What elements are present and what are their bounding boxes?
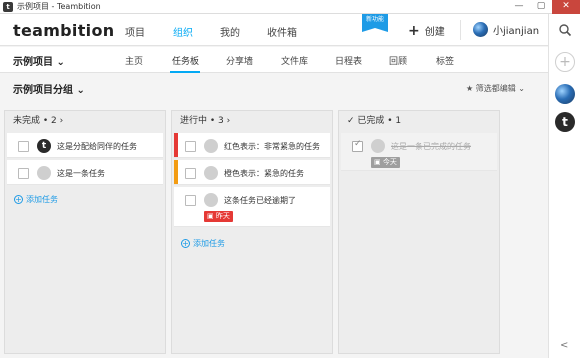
project-subnav: 示例项目 ⌄ 主页 任务板 分享墙 文件库 日程表 回顾 标签 — [0, 47, 548, 73]
assignee-avatar — [204, 139, 218, 153]
app-icon: t — [3, 1, 13, 12]
tab-calendar[interactable]: 日程表 — [335, 54, 362, 67]
stage-column-todo: 未完成 • 2 › t 这是分配给同伴的任务 这是一条任务 + 添加任务 — [4, 110, 166, 354]
username: 小jianjian — [493, 26, 540, 37]
nav-item-organization[interactable]: 组织 — [173, 24, 193, 39]
teambition-org-icon[interactable]: t — [555, 112, 575, 132]
stage-title: 进行中 • 3 — [180, 116, 224, 126]
task-checkbox[interactable] — [18, 168, 29, 179]
filter-button[interactable]: ★ 筛选都编辑 ⌄ — [466, 83, 525, 94]
star-icon: ★ — [466, 84, 476, 93]
project-name: 示例项目 — [13, 57, 53, 68]
due-date-label: 今天 — [382, 158, 397, 166]
task-title: 这条任务已经逾期了 — [224, 196, 296, 205]
user-menu[interactable]: 小jianjian — [473, 22, 539, 37]
stage-header[interactable]: 未完成 • 2 › — [5, 111, 165, 131]
nav-item-mine[interactable]: 我的 — [220, 24, 240, 39]
task-title: 这是一条任务 — [57, 169, 105, 178]
window-controls: — ▢ ✕ — [508, 0, 580, 14]
chevron-down-icon: ⌄ — [56, 57, 65, 68]
task-title: 橙色表示：紧急的任务 — [224, 169, 304, 178]
calendar-icon: ▣ — [207, 212, 216, 220]
task-card[interactable]: 橙色表示：紧急的任务 — [174, 160, 330, 185]
nav-item-projects[interactable]: 项目 — [125, 24, 145, 39]
tab-tags[interactable]: 标签 — [436, 54, 454, 67]
stage-title: 未完成 • 2 — [13, 116, 57, 126]
assignee-avatar — [204, 193, 218, 207]
add-task-label: 添加任务 — [193, 239, 225, 248]
chevron-right-icon: › — [59, 116, 64, 126]
group-bar: 示例项目分组 ⌄ ★ 筛选都编辑 ⌄ — [0, 74, 548, 100]
assignee-avatar — [371, 139, 385, 153]
task-checkbox[interactable] — [185, 141, 196, 152]
minimize-button[interactable]: — — [508, 0, 530, 14]
new-feature-badge[interactable]: 新功能 — [362, 14, 388, 32]
task-card[interactable]: t 这是分配给同伴的任务 — [7, 133, 163, 158]
maximize-button[interactable]: ▢ — [530, 0, 552, 14]
due-date-badge: ▣ 昨天 — [204, 211, 233, 222]
stage-header[interactable]: 进行中 • 3 › — [172, 111, 332, 131]
filter-label: 筛选都编辑 — [475, 84, 516, 93]
plus-circle-icon: + — [181, 239, 190, 248]
assignee-avatar — [204, 166, 218, 180]
task-card[interactable]: 这是一条已完成的任务 ▣ 今天 — [341, 133, 497, 171]
assignee-avatar: t — [37, 139, 51, 153]
task-card[interactable]: 这条任务已经逾期了 ▣ 昨天 — [174, 187, 330, 227]
tab-home[interactable]: 主页 — [125, 54, 143, 67]
window-title: 示例项目 - Teambition — [17, 2, 101, 11]
tab-review[interactable]: 回顾 — [389, 54, 407, 67]
task-checkbox-checked[interactable] — [352, 139, 363, 152]
nav-item-inbox[interactable]: 收件箱 — [267, 24, 297, 39]
task-checkbox[interactable] — [185, 168, 196, 179]
create-button[interactable]: + 创建 — [408, 22, 445, 39]
task-title: 这是分配给同伴的任务 — [57, 142, 137, 151]
add-task-button[interactable]: + 添加任务 — [14, 194, 58, 205]
teambition-logo[interactable]: teambition — [13, 21, 114, 40]
close-button[interactable]: ✕ — [552, 0, 580, 14]
task-card[interactable]: 这是一条任务 — [7, 160, 163, 185]
priority-stripe-urgent — [174, 133, 178, 157]
check-icon: ✓ — [347, 116, 358, 126]
window-titlebar: t 示例项目 - Teambition — ▢ ✕ — [0, 0, 580, 14]
stage-column-in-progress: 进行中 • 3 › 红色表示：非常紧急的任务 橙色表示：紧急的任务 这条任务已经… — [171, 110, 333, 354]
tab-taskboard[interactable]: 任务板 — [172, 54, 199, 67]
create-label: 创建 — [424, 27, 445, 38]
right-rail: + t < — [548, 14, 580, 358]
task-title: 红色表示：非常紧急的任务 — [224, 142, 320, 151]
task-title: 这是一条已完成的任务 — [391, 142, 471, 151]
nav-divider — [460, 20, 461, 40]
stage-title: 已完成 • 1 — [357, 116, 402, 126]
task-checkbox[interactable] — [185, 195, 196, 206]
organization-avatar[interactable] — [555, 84, 575, 104]
due-date-label: 昨天 — [215, 212, 230, 220]
tab-share-wall[interactable]: 分享墙 — [226, 54, 253, 67]
chevron-right-icon: › — [226, 116, 231, 126]
add-organization-icon[interactable]: + — [555, 52, 575, 72]
tab-files[interactable]: 文件库 — [281, 54, 308, 67]
group-switcher[interactable]: 示例项目分组 ⌄ — [13, 81, 85, 96]
user-avatar — [473, 22, 488, 37]
add-task-label: 添加任务 — [26, 195, 58, 204]
chevron-down-icon: ⌄ — [518, 84, 525, 93]
plus-icon: + — [408, 22, 420, 39]
assignee-avatar — [37, 166, 51, 180]
task-card[interactable]: 红色表示：非常紧急的任务 — [174, 133, 330, 158]
calendar-icon: ▣ — [374, 158, 383, 166]
plus-circle-icon: + — [14, 195, 23, 204]
stage-column-done: ✓ 已完成 • 1 这是一条已完成的任务 ▣ 今天 — [338, 110, 500, 354]
due-date-badge: ▣ 今天 — [371, 157, 400, 168]
top-navigation: teambition 项目 组织 我的 收件箱 新功能 + 创建 小jianji… — [0, 14, 548, 46]
project-switcher[interactable]: 示例项目 ⌄ — [13, 53, 65, 68]
active-tab-indicator — [170, 71, 200, 73]
add-task-button[interactable]: + 添加任务 — [181, 238, 225, 249]
task-checkbox[interactable] — [18, 141, 29, 152]
priority-stripe-high — [174, 160, 178, 184]
group-name: 示例项目分组 — [13, 85, 73, 96]
search-icon[interactable] — [558, 23, 572, 37]
stage-header[interactable]: ✓ 已完成 • 1 — [339, 111, 499, 131]
chevron-down-icon: ⌄ — [76, 85, 85, 96]
collapse-rail-icon[interactable]: < — [560, 340, 568, 351]
